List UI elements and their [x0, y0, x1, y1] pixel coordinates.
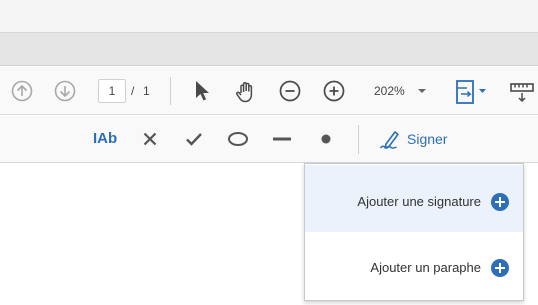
plus-circle-icon — [491, 259, 509, 277]
menu-item-label: Ajouter un paraphe — [370, 260, 481, 275]
zoom-in-icon[interactable] — [322, 79, 346, 103]
arrow-up-circle-icon[interactable] — [10, 79, 34, 103]
cross-icon[interactable] — [139, 128, 161, 150]
plus-circle-icon — [491, 193, 509, 211]
sign-dropdown-menu: Ajouter une signature Ajouter un paraphe — [304, 163, 524, 301]
fill-sign-toolbar — [0, 116, 538, 163]
ellipse-icon[interactable] — [225, 128, 251, 150]
menu-item-add-initials[interactable]: Ajouter un paraphe — [305, 233, 523, 300]
hand-icon[interactable] — [233, 79, 259, 105]
ruler-icon[interactable] — [508, 80, 536, 104]
page-separator: / — [131, 84, 135, 98]
sign-button-label[interactable]: Signer — [407, 131, 447, 147]
menu-item-add-signature[interactable]: Ajouter une signature — [305, 165, 523, 232]
pointer-icon[interactable] — [190, 79, 214, 103]
title-area — [0, 0, 538, 32]
tab-strip — [0, 32, 538, 66]
toolbar-divider — [170, 77, 171, 105]
menu-item-label: Ajouter une signature — [357, 194, 481, 209]
app-window: 1 / 1 202% IAb Signer Ajouter une signat… — [0, 0, 538, 305]
chevron-down-icon[interactable] — [418, 89, 426, 93]
add-text-tool[interactable]: IAb — [93, 127, 121, 151]
line-icon[interactable] — [270, 128, 294, 150]
page-number-input[interactable]: 1 — [98, 79, 126, 103]
page-total: 1 — [143, 84, 150, 98]
zoom-out-icon[interactable] — [278, 79, 302, 103]
dot-icon[interactable] — [315, 128, 337, 150]
fill-sign-divider — [358, 125, 359, 154]
check-icon[interactable] — [182, 128, 206, 150]
pen-sign-icon[interactable] — [378, 128, 404, 152]
arrow-down-circle-icon[interactable] — [53, 79, 77, 103]
fit-page-icon[interactable] — [452, 78, 488, 106]
